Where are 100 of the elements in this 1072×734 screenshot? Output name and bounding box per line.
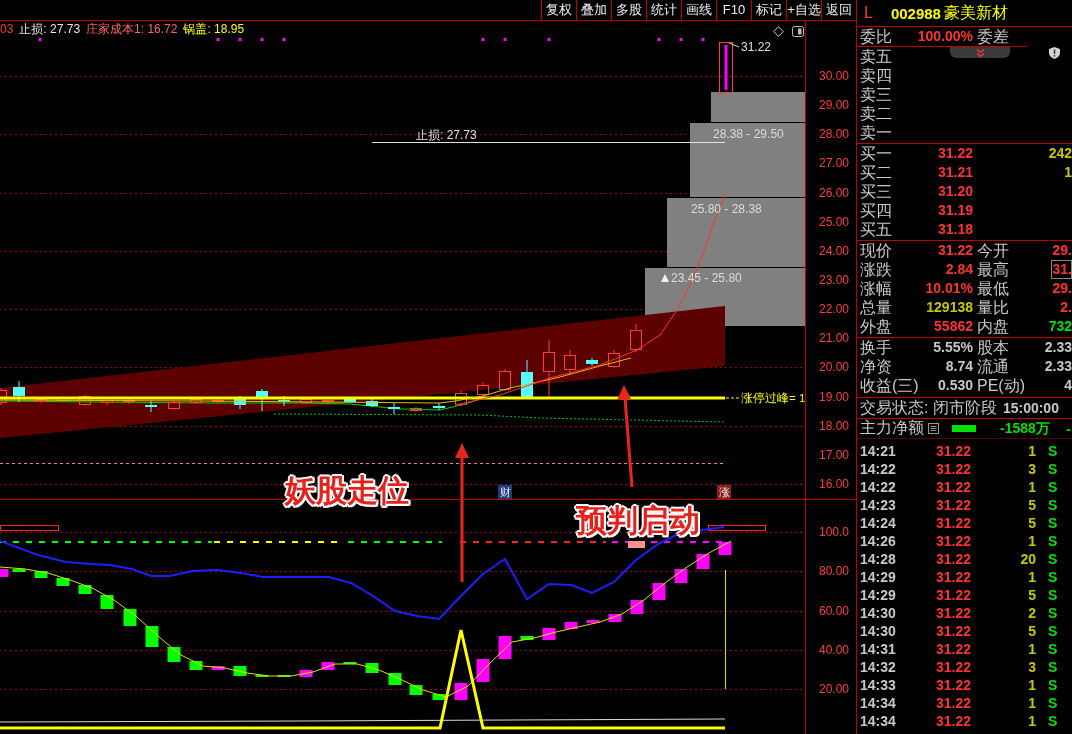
tick-time: 14:21 <box>860 442 896 460</box>
field-label: 净资 <box>860 357 893 376</box>
field-label: PE(动) <box>976 376 1026 395</box>
field-label: 卖三 <box>860 85 893 104</box>
field-value: 732 <box>1047 317 1072 336</box>
field-label: 量比 <box>976 298 1010 317</box>
field-label: 最低 <box>976 279 1010 298</box>
tick-volume: 2 <box>1027 604 1036 622</box>
field-label: 卖一 <box>860 123 893 142</box>
field-value: 31.22 <box>936 144 973 163</box>
axis-label: 26.00 <box>819 185 850 200</box>
field-value: 2.33 <box>1043 338 1072 357</box>
tick-volume: 1 <box>1027 532 1036 550</box>
shield-icon <box>1049 47 1060 59</box>
field-value: 0.530 <box>936 376 973 395</box>
tick-time: 14:23 <box>860 496 896 514</box>
tick-price: 31.22 <box>934 532 971 550</box>
field-label: 卖五 <box>860 47 893 66</box>
tick-time: 14:30 <box>860 604 896 622</box>
tick-side: S <box>1047 514 1058 532</box>
tick-price: 31.22 <box>934 694 971 712</box>
event-tag: 涨 <box>717 485 731 499</box>
tick-side: S <box>1047 658 1058 676</box>
tick-volume: 1 <box>1027 478 1036 496</box>
tick-side: S <box>1047 586 1058 604</box>
field-label: 委差 <box>976 27 1010 46</box>
field-label: 换手 <box>860 338 893 357</box>
diamond-icon[interactable] <box>773 26 784 37</box>
legend-frame <box>708 525 766 531</box>
axis-label: 40.00 <box>819 642 850 657</box>
field-value: 31.22 <box>936 241 973 260</box>
axis-label: 18.00 <box>819 418 850 433</box>
axis-label: 21.00 <box>819 331 850 346</box>
field-label: 卖二 <box>860 104 893 123</box>
tick-side: S <box>1047 496 1058 514</box>
stock-name: 豪美新材 <box>943 2 1008 23</box>
tick-time: 14:22 <box>860 460 896 478</box>
field-value: 31.18 <box>936 220 973 239</box>
field-value: 31.19 <box>936 201 973 220</box>
tick-side: S <box>1047 712 1058 730</box>
tick-time: 14:26 <box>860 532 896 550</box>
tick-volume: 1 <box>1027 694 1036 712</box>
legend-text: 庄家成本1: 16.72 <box>86 21 178 38</box>
field-value: 31. <box>1050 260 1072 279</box>
tick-time: 14:29 <box>860 568 896 586</box>
legend-frame <box>0 525 59 531</box>
market-label: L <box>864 4 873 22</box>
stock-code: 002988 <box>890 4 941 22</box>
field-label: 总量 <box>860 298 893 317</box>
axis-label: 20.00 <box>819 682 850 696</box>
flow-value: - <box>1065 420 1071 437</box>
tick-time: 14:32 <box>860 658 896 676</box>
tick-time: 14:34 <box>860 694 896 712</box>
tick-side: S <box>1047 478 1058 496</box>
field-label: 流通 <box>976 357 1010 376</box>
tick-price: 31.22 <box>934 550 971 568</box>
panel-toggle-icon[interactable] <box>792 26 804 37</box>
tick-volume: 20 <box>1019 550 1036 568</box>
axis-label: 24.00 <box>819 243 850 258</box>
tick-price: 31.22 <box>934 460 971 478</box>
tick-volume: 5 <box>1027 496 1036 514</box>
tick-volume: 1 <box>1027 712 1036 730</box>
toolbar-button[interactable]: +自选 <box>786 0 821 20</box>
field-label: 今开 <box>976 241 1010 260</box>
tick-time: 14:29 <box>860 586 896 604</box>
flow-value: -1588万 <box>999 419 1050 438</box>
field-label: 最高 <box>976 260 1010 279</box>
field-value: 100.00% <box>916 27 973 46</box>
tick-price: 31.22 <box>934 478 971 496</box>
field-label: 买三 <box>860 182 893 201</box>
tick-time: 14:30 <box>860 622 896 640</box>
field-value: 55862 <box>933 317 973 336</box>
field-value: 4 <box>1063 376 1072 395</box>
field-value: 129138 <box>925 298 973 317</box>
collapse-button[interactable] <box>950 47 1010 58</box>
axis-label: 80.00 <box>819 564 850 579</box>
axis-label: 19.00 <box>819 389 850 404</box>
tick-volume: 5 <box>1027 622 1036 640</box>
event-tag: 财 <box>498 485 512 499</box>
field-label: 买一 <box>860 144 893 163</box>
axis-label: 29.00 <box>819 98 850 113</box>
tick-side: S <box>1047 568 1058 586</box>
field-value: 31.21 <box>936 163 973 182</box>
field-label: 外盘 <box>860 317 893 336</box>
tick-price: 31.22 <box>934 568 971 586</box>
field-label: 内盘 <box>976 317 1010 336</box>
tick-side: S <box>1047 532 1058 550</box>
axis-label: 22.00 <box>819 302 850 317</box>
tick-price: 31.22 <box>934 604 971 622</box>
field-label: 现价 <box>860 241 893 260</box>
field-value: 31.20 <box>936 182 973 201</box>
tick-volume: 5 <box>1027 514 1036 532</box>
tick-volume: 1 <box>1027 676 1036 694</box>
tick-time: 14:34 <box>860 712 896 730</box>
tick-side: S <box>1047 442 1058 460</box>
axis-label: 23.00 <box>819 272 850 287</box>
field-value: 1 <box>1063 163 1072 182</box>
field-label: 买四 <box>860 201 893 220</box>
tick-price: 31.22 <box>934 658 971 676</box>
axis-label: 60.00 <box>819 603 850 618</box>
